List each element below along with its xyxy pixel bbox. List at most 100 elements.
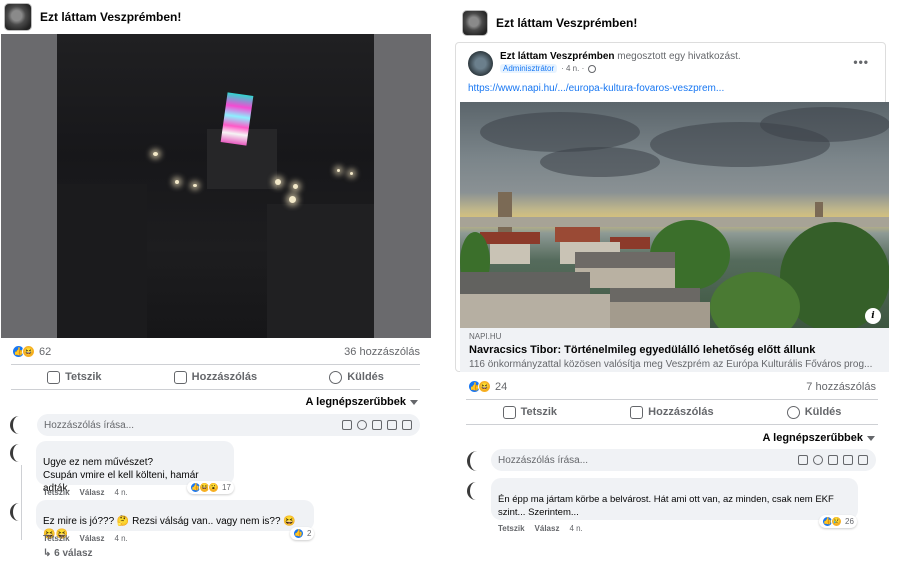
link-title[interactable]: Navracsics Tibor: Történelmileg egyedülá…	[469, 344, 880, 356]
emoji-icon[interactable]	[813, 455, 823, 465]
sort-label: A legnépszerűbbek	[762, 432, 863, 444]
shared-post-card: Ezt láttam Veszprémben megosztott egy hi…	[455, 42, 889, 372]
group-title[interactable]: Ezt láttam Veszprémben!	[496, 16, 637, 30]
comment-reply-link[interactable]: Válasz	[80, 534, 105, 543]
comment-tools	[342, 420, 412, 430]
sort-label: A legnépszerűbbek	[305, 396, 406, 408]
camera-icon[interactable]	[372, 420, 382, 430]
share-header: Ezt láttam Veszprémben megosztott egy hi…	[468, 51, 741, 76]
link-description: 116 önkormányzattal közösen valósítja me…	[469, 359, 873, 370]
sticker-icon[interactable]	[858, 455, 868, 465]
page-name[interactable]: Ezt láttam Veszprémben	[500, 51, 614, 62]
comment-text: Ugye ez nem művészet?	[43, 457, 154, 468]
sort-dropdown[interactable]: A legnépszerűbbek	[306, 396, 418, 408]
commenter-avatar[interactable]	[10, 444, 28, 462]
link-footer[interactable]: NAPI.HU Navracsics Tibor: Történelmileg …	[460, 328, 889, 372]
comment-icon	[630, 405, 644, 419]
like-icon	[47, 370, 61, 384]
gif-icon[interactable]	[843, 455, 853, 465]
comment-input[interactable]: Hozzászólás írása...	[491, 449, 876, 471]
comment-tools	[798, 455, 868, 465]
like-button[interactable]: Tetszik	[502, 405, 558, 419]
sticker-icon[interactable]	[342, 420, 352, 430]
comment-label: Hozzászólás	[191, 371, 258, 383]
messenger-icon	[786, 405, 800, 419]
comment-actions: Tetszik Válasz 4 n.	[498, 524, 583, 533]
comment-reaction-count: 17	[222, 483, 231, 492]
comment-placeholder: Hozzászólás írása...	[498, 454, 589, 466]
sticker-icon[interactable]	[798, 455, 808, 465]
comment-reactions[interactable]: 👍 😆 😮 17	[187, 481, 234, 494]
admin-badge: Adminisztrátor	[500, 64, 558, 73]
comment-actions: Tetszik Válasz 4 n.	[43, 534, 128, 543]
sort-dropdown[interactable]: A legnépszerűbbek	[763, 432, 875, 444]
share-line: Ezt láttam Veszprémben megosztott egy hi…	[500, 51, 741, 62]
action-bar: Tetszik Hozzászólás Küldés	[11, 364, 420, 390]
link-preview-image[interactable]: i	[460, 102, 889, 328]
comment-reactions[interactable]: 👍 2	[290, 527, 315, 540]
comment-placeholder: Hozzászólás írása...	[44, 419, 135, 431]
comment-bubble: Én épp ma jártam körbe a belvárost. Hát …	[491, 478, 858, 520]
reactions-summary[interactable]: 👍 😆 24	[468, 380, 507, 393]
comment-time[interactable]: 4 n.	[569, 524, 582, 533]
action-bar: Tetszik Hozzászólás Küldés	[466, 399, 878, 425]
send-button[interactable]: Küldés	[329, 370, 384, 384]
comment-time[interactable]: 4 n.	[114, 488, 127, 497]
comment-like-link[interactable]: Tetszik	[43, 488, 70, 497]
post-meta-row: Adminisztrátor · 4 n. ·	[500, 64, 741, 73]
caret-down-icon	[867, 435, 875, 441]
comment-like-link[interactable]: Tetszik	[498, 524, 525, 533]
link-domain: NAPI.HU	[469, 332, 502, 341]
like-label: Tetszik	[520, 406, 558, 418]
comment-author[interactable]	[498, 482, 851, 493]
sticker-icon[interactable]	[402, 420, 412, 430]
like-label: Tetszik	[65, 371, 102, 383]
comment-reaction-count: 26	[845, 517, 854, 526]
comment-label: Hozzászólás	[648, 406, 714, 418]
gif-icon[interactable]	[387, 420, 397, 430]
emoji-icon[interactable]	[357, 420, 367, 430]
post-time[interactable]: · 4 n. ·	[561, 64, 584, 73]
like-button[interactable]: Tetszik	[47, 370, 102, 384]
comment-button[interactable]: Hozzászólás	[630, 405, 714, 419]
post-photo[interactable]	[1, 34, 431, 338]
comment-reactions[interactable]: 👍 😢 26	[819, 515, 857, 528]
send-button[interactable]: Küldés	[786, 405, 842, 419]
comments-count[interactable]: 7 hozzászólás	[806, 381, 876, 393]
like-icon: 👍	[293, 528, 304, 539]
comment-input[interactable]: Hozzászólás írása...	[37, 414, 420, 436]
send-label: Küldés	[347, 371, 384, 383]
comment-reply-link[interactable]: Válasz	[535, 524, 560, 533]
info-icon[interactable]: i	[865, 308, 881, 324]
reactions-summary[interactable]: 👍 😆 62	[12, 345, 51, 358]
link-url[interactable]: https://www.napi.hu/.../europa-kultura-f…	[468, 83, 724, 94]
camera-icon[interactable]	[828, 455, 838, 465]
comment-button[interactable]: Hozzászólás	[173, 370, 258, 384]
page-avatar[interactable]	[468, 51, 493, 76]
comment-author[interactable]	[43, 445, 227, 456]
more-options-icon[interactable]: •••	[853, 55, 869, 69]
wow-icon: 😮	[208, 482, 219, 493]
comments-count[interactable]: 36 hozzászólás	[344, 346, 420, 358]
haha-icon: 😆	[478, 380, 491, 393]
group-avatar-icon[interactable]	[462, 10, 488, 36]
reaction-count: 62	[39, 345, 52, 358]
group-title[interactable]: Ezt láttam Veszprémben!	[40, 10, 181, 24]
messenger-icon	[329, 370, 343, 384]
group-header[interactable]: Ezt láttam Veszprémben!	[462, 9, 637, 37]
user-avatar	[10, 416, 28, 434]
group-avatar-icon[interactable]	[4, 3, 32, 31]
comment-time[interactable]: 4 n.	[114, 534, 127, 543]
group-header[interactable]: Ezt láttam Veszprémben!	[4, 3, 181, 31]
comment-like-link[interactable]: Tetszik	[43, 534, 70, 543]
view-replies-link[interactable]: ↳ 6 válasz	[43, 548, 93, 559]
haha-icon: 😆	[22, 345, 35, 358]
reaction-count: 24	[495, 380, 508, 393]
send-label: Küldés	[804, 406, 842, 418]
comment-reply-link[interactable]: Válasz	[80, 488, 105, 497]
comment-author[interactable]	[43, 504, 307, 515]
comment-icon	[173, 370, 187, 384]
commenter-avatar[interactable]	[467, 482, 485, 500]
commenter-avatar[interactable]	[10, 503, 28, 521]
right-post: Ezt láttam Veszprémben! Ezt láttam Veszp…	[453, 0, 891, 569]
